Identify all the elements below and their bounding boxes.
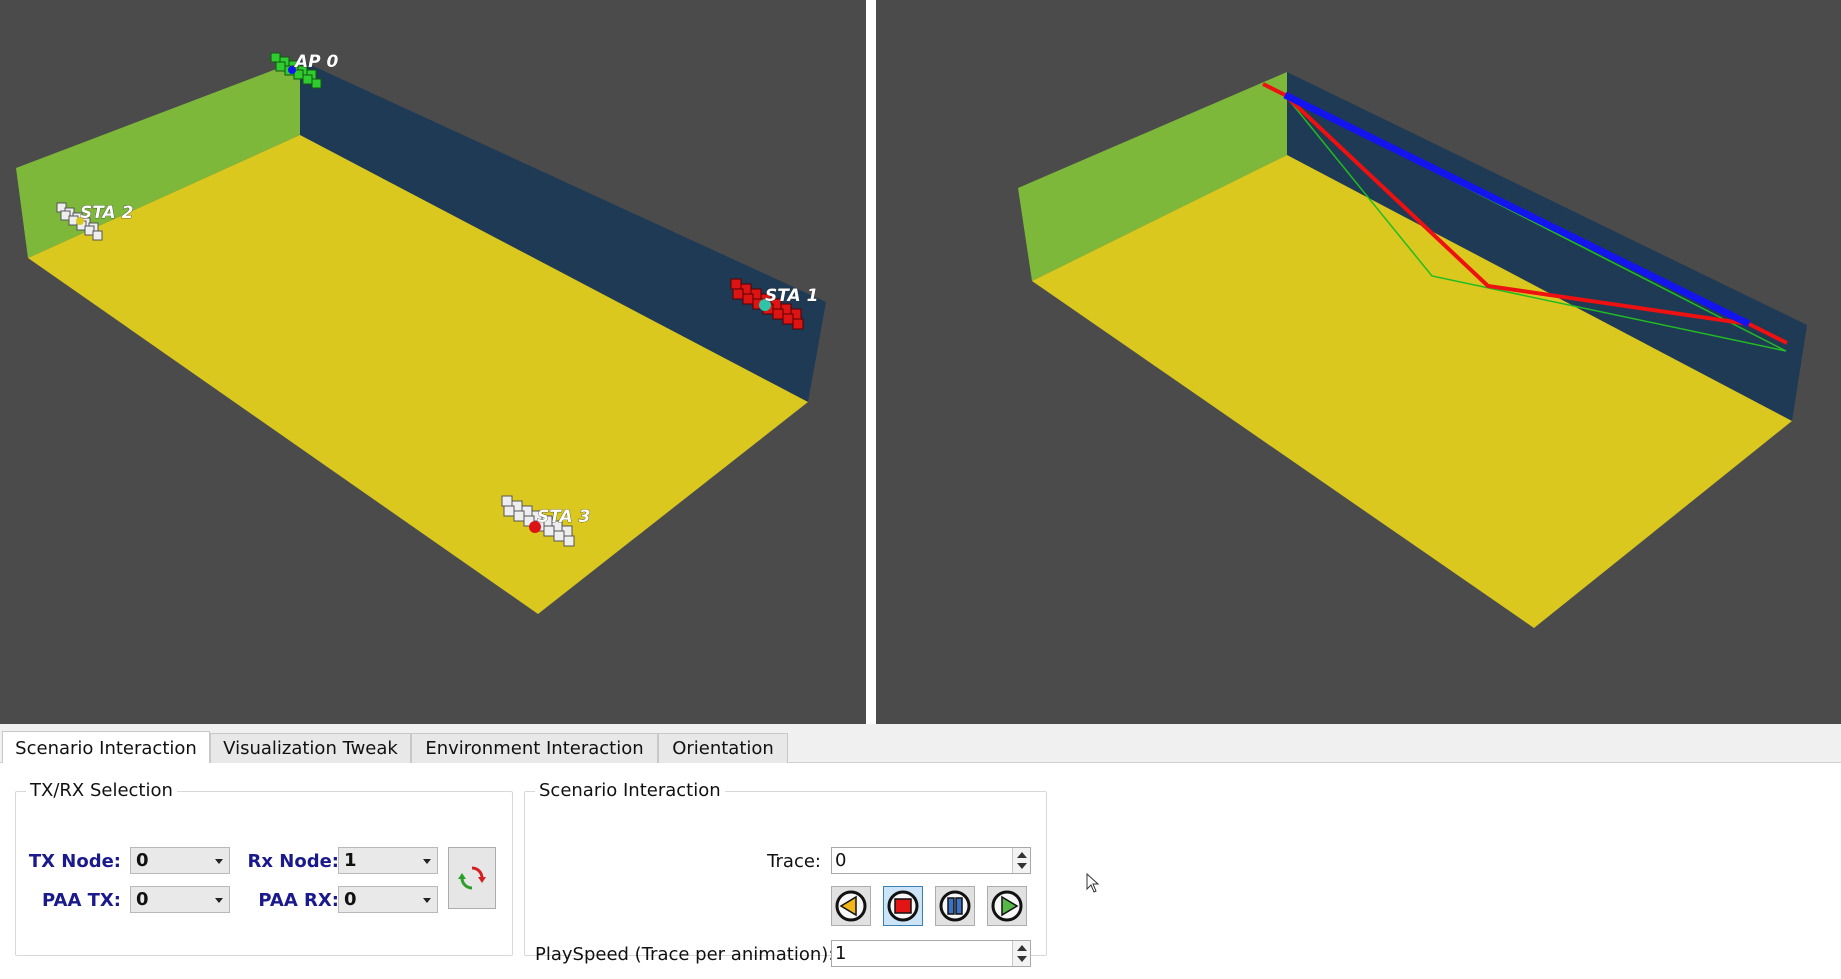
spin-buttons[interactable] (1012, 941, 1030, 966)
app-window: AP 0 STA 2 STA 1 STA 3 Scenario Interact… (0, 0, 1841, 979)
left-3d-view[interactable]: AP 0 STA 2 STA 1 STA 3 (0, 0, 866, 724)
pause-button[interactable] (935, 886, 975, 926)
chevron-down-icon (215, 859, 223, 864)
tab-scenario-interaction[interactable]: Scenario Interaction (2, 731, 210, 765)
scenario-group-title: Scenario Interaction (535, 780, 725, 801)
node-label-ap0: AP 0 (293, 52, 339, 72)
refresh-icon (458, 866, 486, 890)
stop-icon (887, 890, 919, 922)
paa-tx-combo[interactable]: 0 (130, 886, 230, 913)
tab-environment-interaction[interactable]: Environment Interaction (411, 733, 658, 763)
chevron-down-icon (423, 898, 431, 903)
paa-rx-combo[interactable]: 0 (338, 886, 438, 913)
rx-node-value: 1 (344, 850, 357, 871)
playspeed-label: PlaySpeed (Trace per animation): (535, 944, 835, 965)
trace-label: Trace: (767, 851, 821, 872)
mouse-cursor-icon (1086, 873, 1100, 893)
tx-node-combo[interactable]: 0 (130, 847, 230, 874)
playspeed-value: 1 (835, 943, 847, 964)
play-icon (991, 890, 1023, 922)
node-label-sta1: STA 1 (765, 286, 818, 306)
paa-rx-label: PAA RX: (258, 890, 339, 911)
node-label-sta2: STA 2 (80, 203, 133, 223)
play-button[interactable] (987, 886, 1027, 926)
trace-spinbox[interactable]: 0 (831, 847, 1031, 874)
tx-node-label: TX Node: (28, 851, 121, 872)
pause-icon (939, 890, 971, 922)
tx-node-value: 0 (136, 850, 149, 871)
playspeed-spinbox[interactable]: 1 (831, 940, 1031, 967)
step-back-icon (835, 890, 867, 922)
view-splitter[interactable] (866, 0, 876, 724)
scenario-interaction-group: Scenario Interaction Trace: 0 PlaySpeed … (524, 780, 1047, 967)
paa-rx-value: 0 (344, 889, 357, 910)
tab-panel: TX/RX Selection TX Node: 0 Rx Node: 1 PA… (0, 763, 1841, 979)
floor (28, 135, 808, 614)
spin-up-icon[interactable] (1017, 852, 1027, 858)
tab-visualization-tweak[interactable]: Visualization Tweak (210, 733, 411, 763)
rx-node-combo[interactable]: 1 (338, 847, 438, 874)
paa-tx-label: PAA TX: (41, 890, 121, 911)
txrx-selection-group: TX/RX Selection TX Node: 0 Rx Node: 1 PA… (15, 780, 513, 956)
paa-tx-value: 0 (136, 889, 149, 910)
tab-orientation[interactable]: Orientation (658, 733, 788, 763)
spin-down-icon[interactable] (1017, 863, 1027, 869)
stop-button[interactable] (883, 886, 923, 926)
chevron-down-icon (215, 898, 223, 903)
spin-buttons[interactable] (1012, 848, 1030, 873)
refresh-button[interactable] (448, 847, 496, 909)
spin-up-icon[interactable] (1017, 945, 1027, 951)
node-label-sta3: STA 3 (537, 507, 590, 527)
tab-bar: Scenario Interaction Visualization Tweak… (0, 731, 1841, 765)
step-back-button[interactable] (831, 886, 871, 926)
right-3d-view[interactable] (876, 0, 1841, 724)
txrx-group-title: TX/RX Selection (26, 780, 177, 801)
spin-down-icon[interactable] (1017, 956, 1027, 962)
rx-node-label: Rx Node: (247, 851, 339, 872)
trace-value: 0 (835, 850, 847, 871)
chevron-down-icon (423, 859, 431, 864)
floor (1032, 155, 1792, 628)
